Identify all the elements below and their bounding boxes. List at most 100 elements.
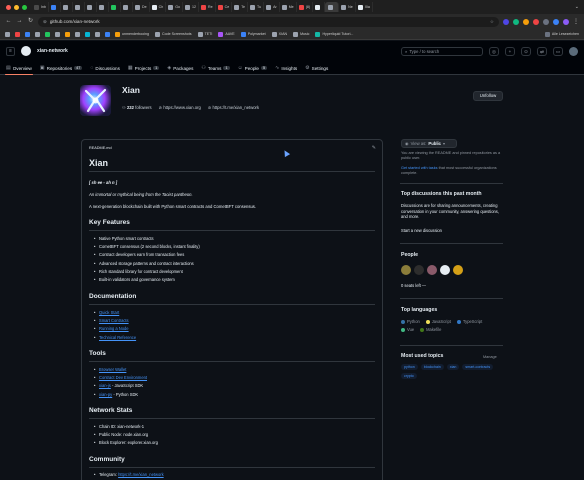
browser-tab[interactable] — [97, 2, 109, 12]
bookmark-item[interactable]: TETI — [197, 31, 212, 37]
bookmark-item[interactable]: Music — [293, 31, 309, 37]
browser-tab[interactable] — [85, 2, 97, 12]
copilot-icon[interactable]: ◎ — [489, 46, 499, 56]
bookmark-icon[interactable] — [85, 31, 90, 37]
bookmark-item[interactable]: Polymarket — [240, 31, 266, 37]
browser-tab[interactable]: Go — [166, 2, 184, 12]
topic-tag[interactable]: smart-contracts — [462, 364, 494, 370]
doc-link[interactable]: Running a Node — [99, 326, 129, 331]
browser-tab[interactable]: (8) — [297, 2, 314, 12]
address-bar[interactable]: ⊜ github.com/xian-network ☆ — [38, 16, 499, 27]
telegram-link[interactable]: ⊘ https://t.me/xian_network — [208, 105, 259, 110]
all-bookmarks-button[interactable]: Alle Lesezeichen — [544, 31, 579, 37]
pull-requests-icon[interactable]: ⇄ — [537, 46, 547, 56]
readme-filename[interactable]: README.md — [89, 146, 112, 150]
forward-icon[interactable]: → — [16, 18, 23, 25]
hamburger-menu-icon[interactable]: ≡ — [6, 46, 15, 56]
member-avatar[interactable] — [414, 265, 424, 275]
bookmark-item[interactable]: unmenderbooing — [115, 31, 149, 37]
bookmark-icon[interactable] — [15, 31, 20, 37]
manage-topics-link[interactable]: Manage — [483, 355, 497, 359]
browser-tab[interactable]: Ce — [216, 2, 233, 12]
tab-projects[interactable]: ▦ Projects 1 — [128, 61, 160, 75]
minimize-window-button[interactable] — [14, 4, 19, 10]
profile-avatar[interactable] — [563, 18, 569, 25]
tool-link[interactable]: Browser Wallet — [99, 367, 126, 372]
followers-link[interactable]: ⚇ 232 followers — [122, 105, 152, 110]
tasks-link[interactable]: Get started with tasks — [401, 166, 438, 170]
bookmark-item[interactable]: Hyperliquid Tutori... — [315, 31, 353, 37]
github-logo-icon[interactable] — [21, 46, 31, 56]
browser-tab[interactable]: Me — [280, 2, 297, 12]
tool-link[interactable]: xian-js — [99, 383, 111, 388]
browser-tab[interactable]: Te — [232, 2, 249, 12]
bookmark-item[interactable]: AAVE — [218, 31, 235, 37]
close-window-button[interactable] — [6, 4, 11, 10]
tab-settings[interactable]: ⚙ Settings — [305, 61, 328, 75]
bookmark-icon[interactable] — [75, 31, 80, 37]
topic-tag[interactable]: blockchain — [420, 364, 444, 370]
topic-tag[interactable]: python — [401, 364, 418, 370]
back-icon[interactable]: ← — [5, 18, 12, 25]
member-avatar[interactable] — [440, 265, 450, 275]
browser-tab[interactable]: Ar — [264, 2, 280, 12]
extension-icon[interactable] — [523, 18, 529, 25]
unfollow-button[interactable]: Unfollow — [473, 91, 503, 101]
doc-link[interactable]: Quick Start — [99, 310, 119, 315]
topic-tag[interactable]: xian — [446, 364, 460, 370]
start-discussion-link[interactable]: Start a new discussion — [401, 228, 501, 234]
browser-tab[interactable] — [325, 2, 340, 12]
bookmark-icon[interactable] — [25, 31, 30, 37]
browser-tab[interactable] — [121, 2, 133, 12]
bookmark-item[interactable]: XIAN — [271, 31, 287, 37]
bookmark-icon[interactable] — [55, 31, 60, 37]
bookmark-icon[interactable] — [65, 31, 70, 37]
extension-icon[interactable] — [513, 18, 519, 25]
tab-search-icon[interactable]: ⌄ — [570, 4, 584, 10]
issues-icon[interactable]: ⊙ — [521, 46, 531, 56]
tab-packages[interactable]: ◈ Packages — [167, 61, 193, 75]
tool-link[interactable]: xian-py — [99, 392, 112, 397]
edit-pencil-icon[interactable]: ✎ — [372, 145, 376, 151]
search-input[interactable]: ⌕ Type / to search — [401, 46, 483, 56]
browser-tab[interactable]: Tu — [248, 2, 265, 12]
tab-overview[interactable]: ▤ Overview — [5, 61, 33, 75]
member-avatar[interactable] — [401, 265, 411, 275]
tab-discussions[interactable]: ◌ Discussions — [90, 61, 120, 75]
site-info-icon[interactable]: ⊜ — [43, 19, 47, 25]
maximize-window-button[interactable] — [22, 4, 27, 10]
tool-link[interactable]: Contract Dev Environment — [99, 375, 147, 380]
extension-icon[interactable] — [553, 18, 559, 25]
user-avatar[interactable] — [569, 46, 578, 56]
bookmark-item[interactable]: Code Screenshots — [154, 31, 192, 37]
extension-icon[interactable] — [533, 18, 539, 25]
browser-tab[interactable]: Re — [199, 2, 216, 12]
bookmark-icon[interactable] — [35, 31, 40, 37]
create-new-icon[interactable]: + — [505, 46, 515, 56]
browser-tab[interactable]: Inb — [32, 2, 49, 12]
member-avatar[interactable] — [427, 265, 437, 275]
reload-icon[interactable]: ↻ — [27, 18, 34, 25]
browser-tab[interactable]: Ne — [339, 2, 356, 12]
extension-icon[interactable] — [543, 18, 549, 25]
org-breadcrumb[interactable]: xian-network — [37, 48, 68, 54]
topic-tag[interactable]: crypto — [401, 373, 417, 379]
browser-tab[interactable]: Ch — [150, 2, 167, 12]
tab-insights[interactable]: ∿ Insights — [275, 61, 297, 75]
tab-people[interactable]: ☺ People 5 — [238, 61, 268, 75]
browser-tab[interactable] — [61, 2, 73, 12]
doc-link[interactable]: Smart Contracts — [99, 318, 129, 323]
browser-tab[interactable] — [313, 2, 326, 12]
bookmark-icon[interactable] — [105, 31, 110, 37]
browser-tab[interactable] — [49, 2, 61, 12]
website-link[interactable]: ⊘ https://www.xian.org — [159, 105, 201, 110]
extension-icon[interactable] — [503, 18, 509, 25]
bookmark-icon[interactable] — [5, 31, 10, 37]
browser-tab[interactable]: De — [133, 2, 150, 12]
notifications-icon[interactable]: ▭ — [553, 46, 563, 56]
browser-tab[interactable]: Xia — [356, 2, 373, 12]
browser-tab[interactable] — [73, 2, 85, 12]
tab-repositories[interactable]: ▣ Repositories 47 — [40, 61, 83, 75]
browser-tab[interactable]: 12 — [183, 2, 200, 12]
tab-teams[interactable]: ⚇ Teams 1 — [201, 61, 230, 75]
